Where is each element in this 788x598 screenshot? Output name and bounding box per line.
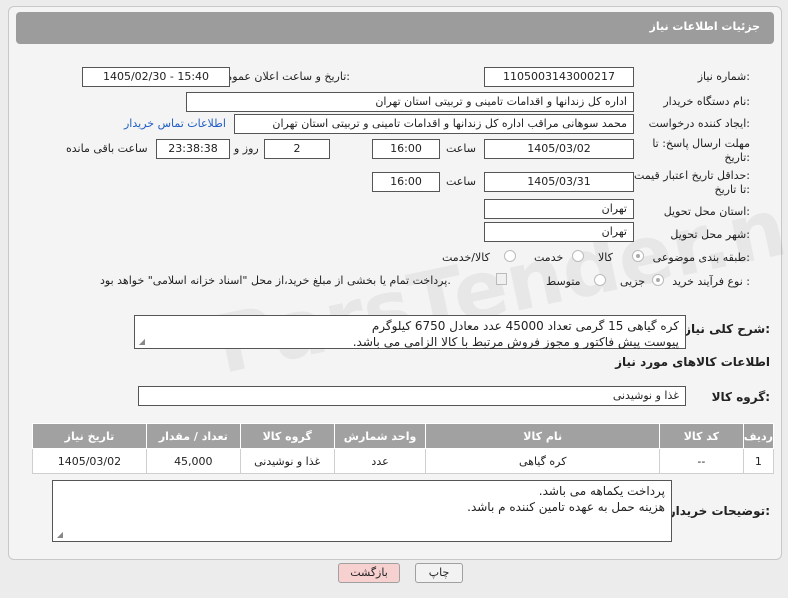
price-validity-time-field[interactable]: 16:00	[372, 172, 440, 192]
col-unit: واحد شمارش	[333, 423, 427, 449]
days-field[interactable]: 2	[264, 139, 330, 159]
description-field[interactable]: کره گیاهی 15 گرمی تعداد 45000 عدد معادل …	[134, 315, 686, 349]
price-validity-label-1: حداقل تاریخ اعتبار قیمت:	[634, 169, 750, 182]
treasury-checkbox[interactable]	[496, 273, 507, 285]
remaining-label: ساعت باقی مانده	[66, 142, 148, 155]
buyer-notes-label: توضیحات خریدار:	[668, 504, 770, 518]
col-qty: تعداد / مقدار	[145, 423, 241, 449]
category-radio-goods-service[interactable]	[504, 250, 516, 262]
items-table: ردیف کد کالا نام کالا واحد شمارش گروه کا…	[32, 423, 775, 474]
col-code: کد کالا	[658, 423, 744, 449]
delivery-province-label: استان محل تحویل:	[663, 205, 750, 218]
back-button[interactable]: بازگشت	[338, 563, 400, 583]
category-option-service: خدمت	[534, 251, 564, 264]
table-header-row: ردیف کد کالا نام کالا واحد شمارش گروه کا…	[32, 423, 775, 449]
cell-group: غذا و نوشیدنی	[239, 448, 335, 474]
creator-field[interactable]: محمد سوهانی مراقب اداره کل زندانها و اقد…	[234, 114, 634, 134]
buyer-notes-field[interactable]: پرداخت یکماهه می باشد. هزینه حمل به عهده…	[52, 480, 672, 542]
deadline-date-field[interactable]: 1405/03/02	[484, 139, 634, 159]
process-label: نوع فرآیند خرید :	[672, 275, 750, 288]
cell-row: 1	[742, 448, 775, 474]
buyer-contact-link[interactable]: اطلاعات تماس خریدار	[124, 117, 226, 130]
category-radio-goods[interactable]	[632, 250, 644, 262]
buyer-org-label: نام دستگاه خریدار:	[663, 95, 750, 108]
buyer-org-field[interactable]: اداره کل زندانها و اقدامات تامینی و تربی…	[186, 92, 634, 112]
deadline-label-2: تاریخ:	[724, 151, 750, 164]
description-label: شرح کلی نیاز:	[684, 322, 770, 336]
col-name: نام کالا	[425, 423, 660, 449]
category-label: طبقه بندی موضوعی:	[652, 251, 750, 264]
deadline-time-field[interactable]: 16:00	[372, 139, 440, 159]
delivery-city-label: شهر محل تحویل:	[670, 228, 750, 241]
remaining-time-field[interactable]: 23:38:38	[156, 139, 230, 159]
resize-grip-icon[interactable]: ◢	[55, 531, 63, 539]
process-option-minor: جزیی	[620, 275, 646, 288]
cell-qty: 45,000	[145, 448, 241, 474]
days-label: روز و	[234, 142, 259, 155]
need-number-field[interactable]: 1105003143000217	[484, 67, 634, 87]
process-radio-medium[interactable]	[594, 274, 606, 286]
price-validity-time-label: ساعت	[446, 175, 476, 188]
cell-code: --	[658, 448, 744, 474]
cell-date: 1405/03/02	[32, 448, 147, 474]
delivery-province-field[interactable]: تهران	[484, 199, 634, 219]
announce-label: تاریخ و ساعت اعلان عمومی:	[217, 70, 350, 83]
deadline-time-label: ساعت	[446, 142, 476, 155]
buyer-notes-line-2: هزینه حمل به عهده تامین کننده م باشد.	[467, 500, 665, 514]
creator-label: ایجاد کننده درخواست:	[648, 117, 750, 130]
goods-info-title: اطلاعات کالاهای مورد نیاز	[615, 355, 770, 369]
print-button[interactable]: چاپ	[415, 563, 463, 583]
page-header: جزئیات اطلاعات نیاز	[16, 12, 774, 44]
process-radio-minor[interactable]	[652, 274, 664, 286]
buyer-notes-line-1: پرداخت یکماهه می باشد.	[538, 484, 665, 498]
description-line-2: پیوست پیش فاکتور و مجوز فروش مرتبط با کا…	[352, 335, 679, 349]
process-option-medium: متوسط	[546, 275, 581, 288]
category-option-goods: کالا	[598, 251, 613, 264]
col-row: ردیف	[742, 423, 775, 449]
announce-field[interactable]: 1405/02/30 - 15:40	[82, 67, 230, 87]
cell-unit: عدد	[333, 448, 427, 474]
price-validity-date-field[interactable]: 1405/03/31	[484, 172, 634, 192]
need-number-label: شماره نیاز:	[697, 70, 750, 83]
category-radio-service[interactable]	[572, 250, 584, 262]
goods-group-label: گروه کالا:	[711, 390, 770, 404]
resize-grip-icon[interactable]: ◢	[137, 338, 145, 346]
description-line-1: کره گیاهی 15 گرمی تعداد 45000 عدد معادل …	[371, 319, 679, 333]
price-validity-label-2: تا تاریخ:	[714, 183, 750, 196]
category-option-goods-service: کالا/خدمت	[442, 251, 490, 264]
table-row[interactable]: 1 -- کره گیاهی عدد غذا و نوشیدنی 45,000 …	[32, 448, 775, 474]
col-date: تاریخ نیاز	[32, 423, 147, 449]
treasury-note: پرداخت تمام یا بخشی از مبلغ خرید،از محل …	[100, 274, 451, 287]
col-group: گروه کالا	[239, 423, 335, 449]
page-title: جزئیات اطلاعات نیاز	[649, 20, 761, 33]
goods-group-field[interactable]: غذا و نوشیدنی	[138, 386, 686, 406]
cell-name: کره گیاهی	[425, 448, 660, 474]
deadline-label-1: مهلت ارسال پاسخ: تا	[652, 137, 750, 150]
delivery-city-field[interactable]: تهران	[484, 222, 634, 242]
